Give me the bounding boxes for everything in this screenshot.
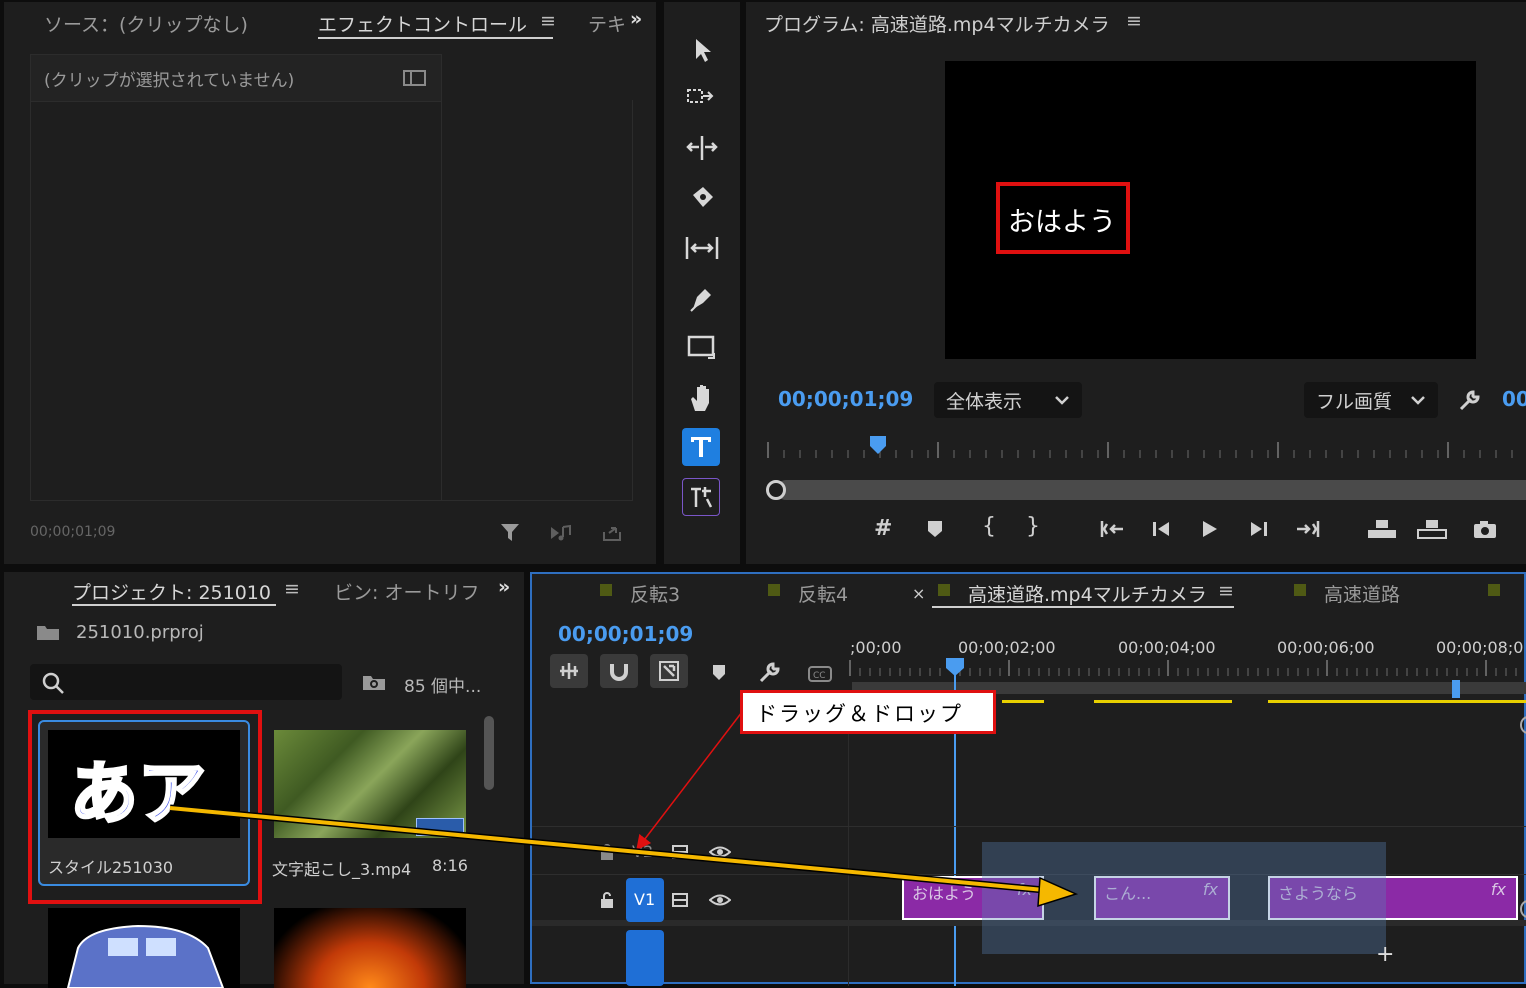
- annotation-arrows: [169, 711, 1079, 908]
